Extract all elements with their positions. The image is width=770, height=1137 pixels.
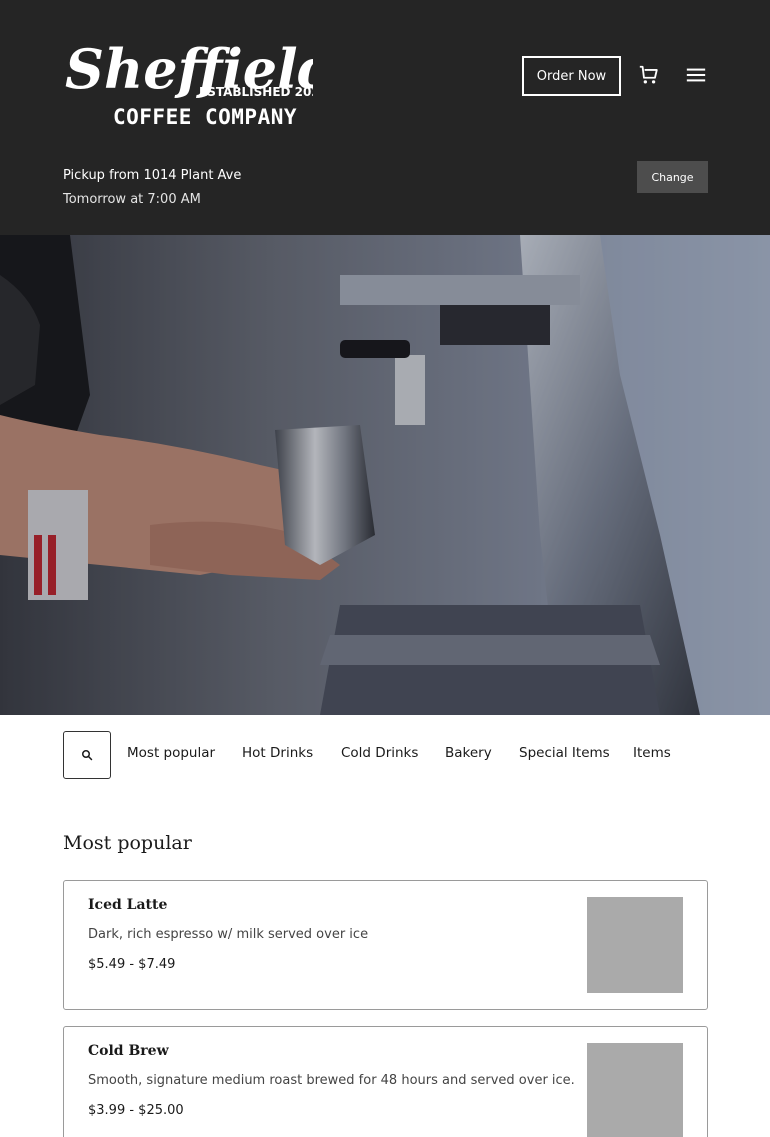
hero-image [0, 235, 770, 715]
product-name: Iced Latte [88, 897, 168, 913]
category-special-items[interactable]: Special Items [519, 745, 610, 761]
hamburger-menu-icon[interactable] [685, 64, 707, 86]
product-image [587, 1043, 683, 1137]
product-card[interactable]: Cold Brew Smooth, signature medium roast… [63, 1026, 708, 1137]
category-items[interactable]: Items [633, 745, 671, 761]
pickup-location: Pickup from 1014 Plant Ave [63, 168, 242, 183]
category-hot-drinks[interactable]: Hot Drinks [242, 745, 313, 761]
product-image [587, 897, 683, 993]
pickup-time: Tomorrow at 7:00 AM [63, 192, 201, 207]
product-price: $3.99 - $25.00 [88, 1103, 184, 1118]
category-cold-drinks[interactable]: Cold Drinks [341, 745, 418, 761]
product-description: Smooth, signature medium roast brewed fo… [88, 1073, 575, 1088]
product-name: Cold Brew [88, 1043, 169, 1059]
order-now-button[interactable]: Order Now [522, 56, 621, 96]
product-description: Dark, rich espresso w/ milk served over … [88, 927, 369, 942]
category-most-popular[interactable]: Most popular [127, 745, 215, 761]
product-card[interactable]: Iced Latte Dark, rich espresso w/ milk s… [63, 880, 708, 1010]
change-pickup-button[interactable]: Change [637, 161, 708, 193]
site-header: Sheffield's ESTABLISHED 2021 COFFEE COMP… [0, 0, 770, 235]
section-title: Most popular [63, 832, 192, 854]
category-nav: Most popular Hot Drinks Cold Drinks Bake… [0, 745, 770, 765]
logo-established-text: ESTABLISHED 2021 [199, 85, 313, 99]
brand-logo[interactable]: Sheffield's ESTABLISHED 2021 COFFEE COMP… [63, 22, 313, 132]
category-bakery[interactable]: Bakery [445, 745, 492, 761]
cart-icon[interactable] [638, 64, 660, 86]
logo-company-text: COFFEE COMPANY [113, 105, 297, 129]
product-price: $5.49 - $7.49 [88, 957, 176, 972]
